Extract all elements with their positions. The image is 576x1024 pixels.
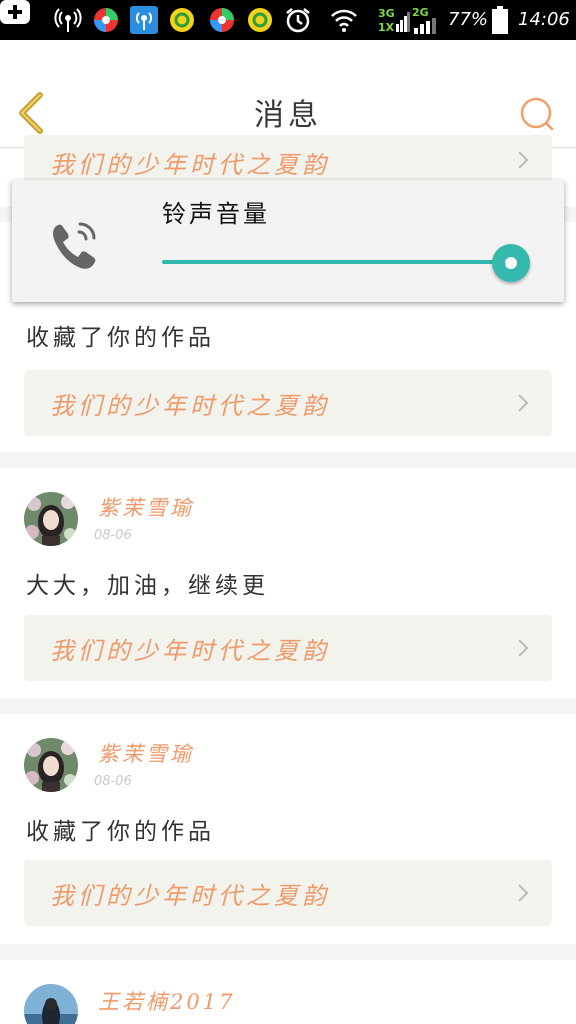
alarm-icon: [286, 8, 310, 33]
work-title: 我们的少年时代之夏韵: [50, 151, 330, 179]
ringtone-volume-dialog: 铃声音量: [12, 180, 564, 302]
battery-percent: 77%: [448, 9, 489, 30]
wifi-icon: [331, 9, 357, 32]
page-title: 消息: [254, 98, 322, 133]
work-link[interactable]: 我们的少年时代之夏韵: [24, 370, 552, 436]
work-title: 我们的少年时代之夏韵: [50, 637, 330, 665]
signal-icon: [396, 12, 410, 32]
message-content: 大大，加油，继续更: [26, 573, 269, 599]
avatar[interactable]: [24, 738, 78, 792]
search-icon[interactable]: [518, 94, 558, 134]
plus-icon: [0, 0, 30, 24]
work-link[interactable]: 我们的少年时代之夏韵: [24, 615, 552, 681]
music-icon: [248, 8, 272, 32]
volume-label: 铃声音量: [162, 200, 270, 228]
message-card: 王若楠2017: [0, 960, 576, 1024]
network-type-top: 3G: [378, 7, 395, 20]
message-card: 紫茉雪瑜 08-06 收藏了你的作品 我们的少年时代之夏韵: [0, 714, 576, 944]
user-name[interactable]: 王若楠2017: [98, 986, 235, 1016]
user-name[interactable]: 紫茉雪瑜: [98, 738, 194, 768]
message-card: 紫茉雪瑜 08-06 大大，加油，继续更 我们的少年时代之夏韵: [0, 468, 576, 698]
volume-slider-thumb[interactable]: [492, 244, 530, 282]
message-date: 08-06: [94, 774, 132, 789]
chevron-right-icon: [518, 884, 529, 902]
wifi-hotspot-icon: [54, 8, 82, 32]
work-link[interactable]: 我们的少年时代之夏韵: [24, 860, 552, 926]
user-name[interactable]: 紫茉雪瑜: [98, 492, 194, 522]
message-date: 08-06: [94, 528, 132, 543]
app-icon: [210, 8, 234, 32]
network-type-bottom: 1X: [378, 21, 395, 34]
chevron-right-icon: [518, 639, 529, 657]
avatar[interactable]: [24, 984, 78, 1024]
work-title: 我们的少年时代之夏韵: [50, 392, 330, 420]
clock: 14:06: [518, 9, 570, 30]
chevron-right-icon: [518, 151, 529, 169]
volume-slider-track[interactable]: [162, 260, 514, 264]
message-content: 收藏了你的作品: [26, 819, 215, 845]
status-bar: 3G 1X 2G 77% 14:06: [0, 0, 576, 40]
avatar[interactable]: [24, 492, 78, 546]
app-header: 消息: [0, 40, 576, 148]
app-icon: [94, 8, 118, 32]
music-icon: [170, 8, 194, 32]
screen: 3G 1X 2G 77% 14:06 消息 我们的少年时代之夏韵 收藏了你的作品…: [0, 0, 576, 1024]
message-content: 收藏了你的作品: [26, 325, 215, 351]
work-title: 我们的少年时代之夏韵: [50, 882, 330, 910]
battery-icon: [492, 6, 508, 34]
signal-icon: [414, 18, 436, 34]
chevron-right-icon: [518, 394, 529, 412]
wifi-hotspot-icon: [130, 6, 158, 34]
phone-ringing-icon: [53, 222, 96, 269]
